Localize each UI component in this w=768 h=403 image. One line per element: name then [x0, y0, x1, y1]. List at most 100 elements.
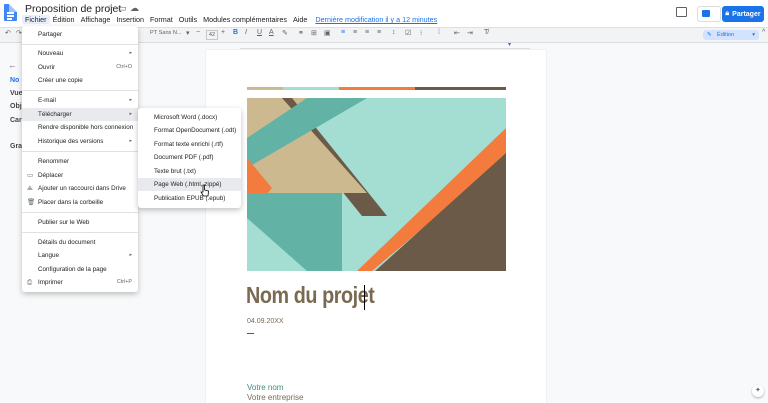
font-dropdown-icon[interactable]: ▾	[186, 29, 190, 37]
download-odt[interactable]: Format OpenDocument (.odt)	[138, 124, 241, 137]
menu-item-label: E-mail	[38, 97, 56, 104]
bold-icon[interactable]: B	[233, 29, 238, 36]
increase-indent-icon[interactable]: ⇥	[467, 29, 473, 37]
star-icon[interactable]: ☆	[106, 3, 114, 14]
outline-item[interactable]: No	[10, 77, 19, 84]
ruler[interactable]: ▾	[240, 41, 530, 49]
menu-item-label: Configuration de la page	[38, 266, 107, 273]
menu-fichier[interactable]: Fichier	[22, 15, 50, 24]
cloud-icon[interactable]: ☁	[130, 3, 139, 14]
font-size-input[interactable]: 42	[206, 30, 218, 40]
docs-logo-icon[interactable]	[4, 4, 17, 21]
last-edit-link[interactable]: Dernière modification il y a 12 minutes	[312, 15, 440, 24]
download-epub[interactable]: Publication EPUB (.epub)	[138, 192, 241, 205]
undo-icon[interactable]: ↶	[5, 29, 11, 37]
link-icon[interactable]: ⚭	[298, 29, 304, 37]
submenu-arrow-icon: ▸	[129, 97, 132, 103]
outline-item[interactable]: Vue	[10, 90, 23, 97]
download-rtf[interactable]: Format texte enrichi (.rtf)	[138, 138, 241, 151]
menu-item-open[interactable]: Ouvrir Ctrl+O	[22, 61, 138, 74]
menu-separator	[22, 151, 138, 152]
add-comment-icon[interactable]: ⊞	[311, 29, 317, 37]
lock-icon: 🔒︎	[725, 10, 730, 17]
font-select[interactable]: PT Sans N...	[150, 30, 182, 36]
menu-format[interactable]: Format	[147, 15, 176, 24]
drive-shortcut-icon: ⟁	[27, 185, 33, 192]
highlight-icon[interactable]: ✎	[282, 29, 288, 37]
underline-icon[interactable]: U	[257, 29, 262, 36]
menu-item-version-history[interactable]: Historique des versions ▸	[22, 135, 138, 148]
menu-item-label: Publication EPUB (.epub)	[154, 195, 226, 202]
numbered-list-icon[interactable]: ⁞	[438, 29, 440, 36]
decrease-indent-icon[interactable]: ⇤	[454, 29, 460, 37]
menu-item-move[interactable]: ▭ Déplacer	[22, 169, 138, 182]
collapse-icon[interactable]: ^	[762, 29, 765, 36]
checklist-icon[interactable]: ☑	[405, 29, 411, 37]
clear-formatting-icon[interactable]: T̸	[484, 29, 488, 36]
menu-aide[interactable]: Aide	[290, 15, 310, 24]
bullet-list-icon[interactable]: ⁝	[420, 29, 422, 37]
italic-icon[interactable]: I	[245, 29, 247, 36]
download-pdf[interactable]: Document PDF (.pdf)	[138, 151, 241, 164]
outline-item[interactable]: Car	[10, 117, 22, 124]
menu-insertion[interactable]: Insertion	[113, 15, 147, 24]
menu-separator	[22, 44, 138, 45]
author-name[interactable]: Votre nom	[247, 383, 283, 392]
align-left-icon[interactable]: ≡	[341, 29, 345, 36]
menu-item-label: Document PDF (.pdf)	[154, 154, 214, 161]
document-date[interactable]: 04.09.20XX	[247, 318, 284, 325]
line-spacing-icon[interactable]: ↕	[392, 29, 396, 36]
cover-image[interactable]	[247, 98, 506, 271]
menu-item-label: Nouveau	[38, 50, 64, 57]
menu-item-share[interactable]: Partager	[22, 28, 138, 41]
hand-cursor-icon	[200, 184, 209, 197]
justify-icon[interactable]: ≡	[377, 29, 381, 36]
menu-item-publish[interactable]: Publier sur le Web	[22, 216, 138, 229]
menu-item-rename[interactable]: Renommer	[22, 155, 138, 168]
explore-button[interactable]: ✦	[752, 385, 764, 397]
menu-item-trash[interactable]: 🗑︎ Placer dans la corbeille	[22, 196, 138, 209]
menu-item-make-copy[interactable]: Créer une copie	[22, 74, 138, 87]
menu-item-details[interactable]: Détails du document	[22, 236, 138, 249]
pencil-icon: ✎	[707, 32, 712, 38]
image-icon[interactable]: ▣	[324, 29, 331, 37]
increase-size-icon[interactable]: +	[221, 29, 225, 36]
redo-icon[interactable]: ↷	[16, 29, 22, 37]
company-name[interactable]: Votre entreprise	[247, 393, 303, 402]
video-icon	[702, 10, 710, 17]
menu-affichage[interactable]: Affichage	[78, 15, 114, 24]
outline-item[interactable]: Obj	[10, 103, 22, 110]
menu-item-new[interactable]: Nouveau ▸	[22, 47, 138, 60]
download-html[interactable]: Page Web (.html, zippé)	[138, 178, 241, 191]
outline-item[interactable]: Gra	[10, 143, 22, 150]
menu-separator	[22, 90, 138, 91]
align-right-icon[interactable]: ≡	[365, 29, 369, 36]
comment-history-icon[interactable]	[676, 7, 687, 17]
document-heading[interactable]: Nom du projet	[246, 282, 375, 309]
menu-item-add-shortcut[interactable]: ⟁ Ajouter un raccourci dans Drive	[22, 182, 138, 195]
back-arrow-icon[interactable]: ←	[8, 60, 17, 70]
menu-shortcut: Ctrl+P	[116, 279, 132, 285]
document-page[interactable]: Nom du projet 04.09.20XX Votre nom Votre…	[206, 50, 546, 403]
download-txt[interactable]: Texte brut (.txt)	[138, 165, 241, 178]
menu-item-label: Page Web (.html, zippé)	[154, 181, 222, 188]
folder-icon[interactable]: ▭	[118, 3, 127, 14]
menu-edition[interactable]: Édition	[50, 15, 78, 24]
header-stripe	[247, 87, 506, 90]
download-docx[interactable]: Microsoft Word (.docx)	[138, 111, 241, 124]
text-color-icon[interactable]: A	[269, 29, 274, 36]
menu-item-print[interactable]: ⎙ Imprimer Ctrl+P	[22, 276, 138, 289]
menu-item-offline[interactable]: Rendre disponible hors connexion	[22, 121, 138, 134]
decrease-size-icon[interactable]: −	[196, 29, 200, 36]
menu-item-language[interactable]: Langue ▸	[22, 249, 138, 262]
align-center-icon[interactable]: ≡	[353, 29, 357, 36]
menu-item-download[interactable]: Télécharger ▸	[22, 108, 138, 121]
indent-marker-icon[interactable]: ▾	[508, 41, 511, 48]
meet-button[interactable]	[697, 6, 721, 22]
menu-modules[interactable]: Modules complémentaires	[200, 15, 290, 24]
menu-item-email[interactable]: E-mail ▸	[22, 94, 138, 107]
menu-outils[interactable]: Outils	[176, 15, 200, 24]
share-button[interactable]: 🔒︎ Partager	[722, 6, 764, 22]
menu-item-page-setup[interactable]: Configuration de la page	[22, 263, 138, 276]
editing-mode-select[interactable]: ✎ Édition ▾	[703, 30, 759, 40]
